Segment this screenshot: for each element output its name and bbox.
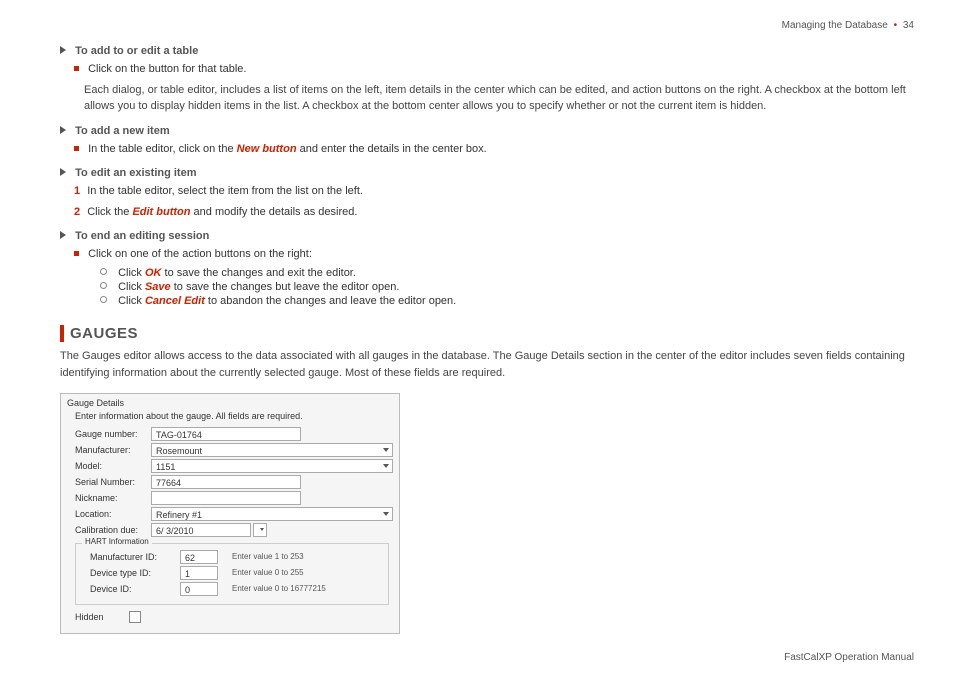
section-bar-icon	[60, 325, 64, 342]
row-dev-id: Device ID: 0 Enter value 0 to 16777215	[90, 582, 382, 596]
heading-add-edit-table: To add to or edit a table	[60, 45, 914, 57]
numbered-item: 1 In the table editor, select the item f…	[74, 183, 914, 200]
row-nickname: Nickname:	[75, 491, 393, 505]
ok-ref: OK	[145, 267, 162, 279]
step-number: 2	[74, 206, 80, 218]
row-serial: Serial Number: 77664	[75, 475, 393, 489]
label-serial: Serial Number:	[75, 477, 147, 487]
row-calibration-due: Calibration due: 6/ 3/2010	[75, 523, 393, 537]
bullet-item: Click on one of the action buttons on th…	[74, 246, 914, 263]
row-location: Location: Refinery #1	[75, 507, 393, 521]
circle-bullet-icon	[100, 282, 107, 289]
sub-bullet-cancel: Click Cancel Edit to abandon the changes…	[100, 295, 914, 307]
hart-legend: HART Information	[82, 537, 152, 546]
input-mfg-id[interactable]: 62	[180, 550, 218, 564]
page-number: 34	[903, 20, 914, 31]
select-model[interactable]: 1151	[151, 459, 393, 473]
square-bullet-icon	[74, 251, 79, 256]
heading-add-new-item: To add a new item	[60, 125, 914, 137]
circle-bullet-icon	[100, 268, 107, 275]
footer-text: FastCalXP Operation Manual	[784, 652, 914, 663]
input-dev-id[interactable]: 0	[180, 582, 218, 596]
page-header: Managing the Database • 34	[60, 20, 914, 31]
calendar-icon[interactable]	[253, 523, 267, 537]
square-bullet-icon	[74, 66, 79, 71]
circle-bullet-icon	[100, 296, 107, 303]
sub-bullet-save: Click Save to save the changes but leave…	[100, 281, 914, 293]
row-model: Model: 1151	[75, 459, 393, 473]
chevron-right-icon	[60, 126, 66, 134]
step-number: 1	[74, 185, 80, 197]
panel-title: Gauge Details	[67, 398, 393, 408]
select-location[interactable]: Refinery #1	[151, 507, 393, 521]
chevron-right-icon	[60, 168, 66, 176]
label-mfg-id: Manufacturer ID:	[90, 552, 176, 562]
new-button-ref: New button	[237, 143, 297, 155]
heading-end-editing: To end an editing session	[60, 230, 914, 242]
label-cal-due: Calibration due:	[75, 525, 147, 535]
row-manufacturer: Manufacturer: Rosemount	[75, 443, 393, 457]
chevron-right-icon	[60, 231, 66, 239]
label-model: Model:	[75, 461, 147, 471]
input-cal-due[interactable]: 6/ 3/2010	[151, 523, 251, 537]
body-text: Each dialog, or table editor, includes a…	[84, 82, 914, 115]
chevron-right-icon	[60, 46, 66, 54]
input-serial[interactable]: 77664	[151, 475, 301, 489]
label-nickname: Nickname:	[75, 493, 147, 503]
row-hidden: Hidden	[75, 611, 393, 623]
input-nickname[interactable]	[151, 491, 301, 505]
label-gauge-number: Gauge number:	[75, 429, 147, 439]
sub-bullet-ok: Click OK to save the changes and exit th…	[100, 267, 914, 279]
hart-group: HART Information Manufacturer ID: 62 Ent…	[75, 543, 389, 605]
header-dot: •	[894, 20, 898, 31]
edit-button-ref: Edit button	[132, 206, 190, 218]
select-manufacturer[interactable]: Rosemount	[151, 443, 393, 457]
hint-dev-type: Enter value 0 to 255	[232, 568, 304, 577]
section-gauges: GAUGES	[60, 325, 914, 342]
hint-mfg-id: Enter value 1 to 253	[232, 552, 304, 561]
row-gauge-number: Gauge number: TAG-01764	[75, 427, 393, 441]
hint-dev-id: Enter value 0 to 16777215	[232, 584, 326, 593]
panel-subtitle: Enter information about the gauge. All f…	[75, 411, 393, 421]
hidden-checkbox[interactable]	[129, 611, 141, 623]
input-gauge-number[interactable]: TAG-01764	[151, 427, 301, 441]
numbered-item: 2 Click the Edit button and modify the d…	[74, 204, 914, 221]
square-bullet-icon	[74, 146, 79, 151]
cancel-edit-ref: Cancel Edit	[145, 295, 205, 307]
row-mfg-id: Manufacturer ID: 62 Enter value 1 to 253	[90, 550, 382, 564]
row-dev-type: Device type ID: 1 Enter value 0 to 255	[90, 566, 382, 580]
save-ref: Save	[145, 281, 171, 293]
heading-edit-existing: To edit an existing item	[60, 167, 914, 179]
label-dev-id: Device ID:	[90, 584, 176, 594]
gauges-description: The Gauges editor allows access to the d…	[60, 348, 914, 383]
label-hidden: Hidden	[75, 612, 125, 622]
label-dev-type: Device type ID:	[90, 568, 176, 578]
bullet-item: Click on the button for that table.	[74, 61, 914, 78]
gauge-details-panel: Gauge Details Enter information about th…	[60, 393, 400, 634]
label-manufacturer: Manufacturer:	[75, 445, 147, 455]
input-dev-type[interactable]: 1	[180, 566, 218, 580]
label-location: Location:	[75, 509, 147, 519]
bullet-item: In the table editor, click on the New bu…	[74, 141, 914, 158]
chapter-title: Managing the Database	[782, 20, 888, 31]
